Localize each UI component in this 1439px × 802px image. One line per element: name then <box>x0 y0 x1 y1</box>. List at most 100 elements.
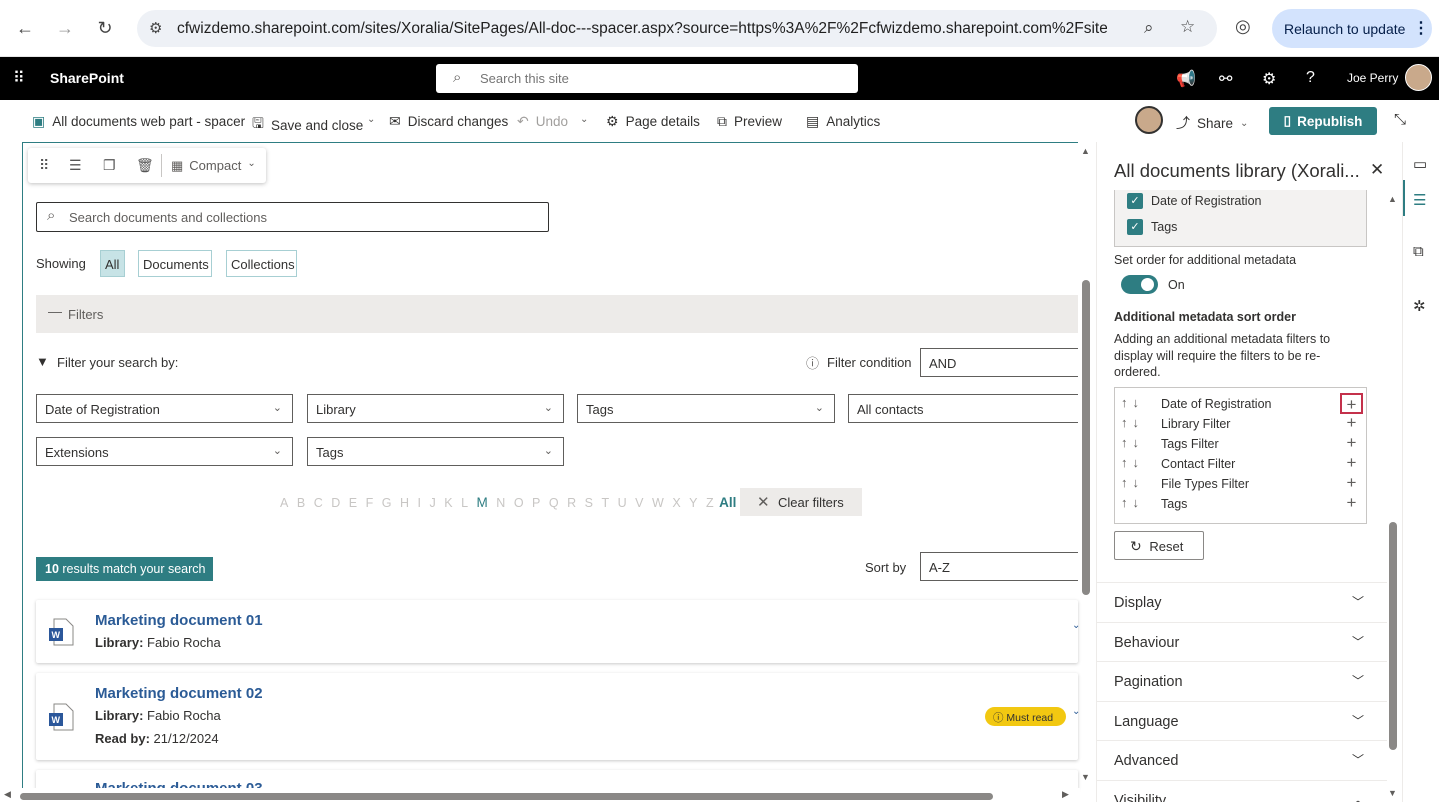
editor-avatar[interactable] <box>1135 106 1163 134</box>
avatar[interactable] <box>1405 64 1432 91</box>
collapse-icon[interactable]: ⤡ <box>1394 111 1406 128</box>
add-icon[interactable]: + <box>1340 413 1363 434</box>
alphabet-letter[interactable]: W <box>652 496 664 510</box>
alphabet-letter[interactable]: P <box>532 496 540 510</box>
sort-dropdown[interactable]: A-Z <box>920 552 1078 581</box>
filter-dropdown-extensions[interactable]: Extensions ⌄ <box>36 437 293 466</box>
accordion-pagination[interactable]: Pagination ﹀ <box>1097 661 1387 701</box>
clear-filters-button[interactable]: ✕ Clear filters <box>740 488 862 516</box>
add-icon[interactable]: + <box>1340 393 1363 414</box>
filter-dropdown-date-of-registration[interactable]: Date of Registration ⌄ <box>36 394 293 423</box>
add-icon[interactable]: + <box>1340 493 1363 514</box>
alphabet-letter[interactable]: L <box>461 496 468 510</box>
move-arrows-icon[interactable]: ↑↓ <box>1121 395 1144 410</box>
share-network-icon[interactable]: ⚯ <box>1219 69 1232 89</box>
user-name[interactable]: Joe Perry <box>1347 71 1398 85</box>
preview-button[interactable]: ⧉ Preview <box>717 113 782 130</box>
document-card[interactable]: W Marketing document 02 Library: Fabio R… <box>36 673 1080 760</box>
accessibility-icon[interactable]: ✲ <box>1413 297 1426 315</box>
alphabet-letter[interactable]: N <box>496 496 505 510</box>
app-launcher-icon[interactable]: ⠿ <box>13 68 25 88</box>
megaphone-icon[interactable]: 📢 <box>1176 69 1196 89</box>
move-arrows-icon[interactable]: ↑↓ <box>1121 415 1144 430</box>
alphabet-letter[interactable]: S <box>585 496 593 510</box>
alphabet-letter[interactable]: H <box>400 496 409 510</box>
page-details-button[interactable]: ⚙ Page details <box>606 113 700 130</box>
save-options-chevron-icon[interactable]: ⌄ <box>367 114 375 125</box>
scroll-right-arrow-icon[interactable]: ▶ <box>1062 789 1069 800</box>
move-arrows-icon[interactable]: ↑↓ <box>1121 495 1144 510</box>
design-ideas-icon[interactable]: ⧉ <box>1413 243 1424 260</box>
alphabet-letter[interactable]: R <box>567 496 576 510</box>
filters-toggle[interactable]: — Filters <box>36 295 1078 333</box>
move-arrows-icon[interactable]: ↑↓ <box>1121 435 1144 450</box>
alphabet-letter[interactable]: E <box>349 496 357 510</box>
relaunch-button[interactable]: Relaunch to update ⋮ <box>1272 9 1432 48</box>
accordion-visibility[interactable]: Visibility ︿ <box>1097 780 1387 802</box>
scroll-thumb[interactable] <box>1082 280 1090 595</box>
filter-dropdown-library[interactable]: Library ⌄ <box>307 394 564 423</box>
delete-icon[interactable]: 🗑 <box>136 157 154 174</box>
address-bar[interactable]: ⚙ cfwizdemo.sharepoint.com/sites/Xoralia… <box>137 10 1217 47</box>
info-icon[interactable]: ⓘ <box>806 353 819 372</box>
move-arrows-icon[interactable]: ↑↓ <box>1121 475 1144 490</box>
alphabet-letter[interactable]: Q <box>549 496 559 510</box>
panel-scrollbar[interactable]: ▲ ▼ <box>1387 194 1399 802</box>
alphabet-letter[interactable]: T <box>602 496 610 510</box>
scroll-thumb[interactable] <box>1389 522 1397 750</box>
document-card[interactable]: Marketing document 03 <box>36 770 1078 790</box>
alphabet-letter[interactable]: A <box>280 496 288 510</box>
showing-documents-option[interactable]: Documents <box>138 250 212 277</box>
alphabet-letter[interactable]: M <box>477 495 488 510</box>
help-icon[interactable]: ? <box>1306 69 1315 87</box>
reset-button[interactable]: ↻ Reset <box>1114 531 1204 560</box>
filter-dropdown-contacts[interactable]: All contacts <box>848 394 1078 423</box>
undo-button[interactable]: ↶ Undo <box>517 113 568 130</box>
forward-icon[interactable]: → <box>51 14 79 42</box>
showing-all-option[interactable]: All <box>100 250 125 277</box>
alphabet-letter[interactable]: I <box>418 496 421 510</box>
document-title[interactable]: Marketing document 01 <box>95 612 263 629</box>
alphabet-letter[interactable]: G <box>382 496 392 510</box>
filter-dropdown-tags-2[interactable]: Tags ⌄ <box>307 437 564 466</box>
alphabet-letter[interactable]: D <box>331 496 340 510</box>
showing-collections-option[interactable]: Collections <box>226 250 297 277</box>
bookmark-star-icon[interactable]: ☆ <box>1180 17 1195 37</box>
document-search-input[interactable]: ⌕ Search documents and collections <box>36 202 549 232</box>
add-icon[interactable]: + <box>1340 433 1363 454</box>
scroll-down-arrow-icon[interactable]: ▼ <box>1388 788 1397 798</box>
alphabet-letter[interactable]: C <box>314 496 323 510</box>
alphabet-letter[interactable]: F <box>366 496 374 510</box>
site-search-box[interactable]: ⌕ Search this site <box>436 64 858 93</box>
scroll-up-arrow-icon[interactable]: ▲ <box>1081 146 1090 156</box>
scroll-down-arrow-icon[interactable]: ▼ <box>1081 772 1090 782</box>
analytics-button[interactable]: ▤ Analytics <box>806 113 880 130</box>
layout-dropdown[interactable]: ▦ Compact ⌄ <box>171 158 256 174</box>
properties-sliders-icon[interactable]: ☰ <box>1413 191 1426 209</box>
settings-gear-icon[interactable]: ⚙ <box>1262 69 1276 89</box>
close-icon[interactable]: ✕ <box>1370 160 1384 180</box>
more-menu-icon[interactable]: ⋮ <box>1413 18 1429 38</box>
add-icon[interactable]: + <box>1340 473 1363 494</box>
republish-button[interactable]: ▯ Republish <box>1269 107 1377 135</box>
alphabet-letter[interactable]: J <box>429 496 435 510</box>
scroll-left-arrow-icon[interactable]: ◀ <box>4 789 11 800</box>
document-card[interactable]: W Marketing document 01 Library: Fabio R… <box>36 600 1080 663</box>
accordion-behaviour[interactable]: Behaviour ﹀ <box>1097 621 1387 662</box>
checkbox-checked[interactable]: ✓ <box>1127 193 1143 209</box>
alphabet-letter[interactable]: O <box>514 496 524 510</box>
back-icon[interactable]: ← <box>11 14 39 42</box>
duplicate-icon[interactable]: ❐ <box>103 157 116 174</box>
alphabet-letter[interactable]: B <box>297 496 305 510</box>
save-and-close-button[interactable]: 🖫 Save and close <box>252 113 363 137</box>
share-button[interactable]: ⤴ Share ⌄ <box>1176 113 1248 133</box>
accordion-advanced[interactable]: Advanced ﹀ <box>1097 740 1387 780</box>
checkbox-checked[interactable]: ✓ <box>1127 219 1143 235</box>
canvas-vertical-scrollbar[interactable]: ▲ ▼ <box>1080 144 1092 784</box>
alphabet-all[interactable]: All <box>719 495 736 510</box>
set-order-toggle[interactable] <box>1121 275 1158 294</box>
filter-dropdown-tags[interactable]: Tags ⌄ <box>577 394 835 423</box>
reload-icon[interactable]: ↻ <box>91 14 119 42</box>
filter-condition-dropdown[interactable]: AND <box>920 348 1078 377</box>
zoom-icon[interactable]: ⌕ <box>1144 18 1154 38</box>
